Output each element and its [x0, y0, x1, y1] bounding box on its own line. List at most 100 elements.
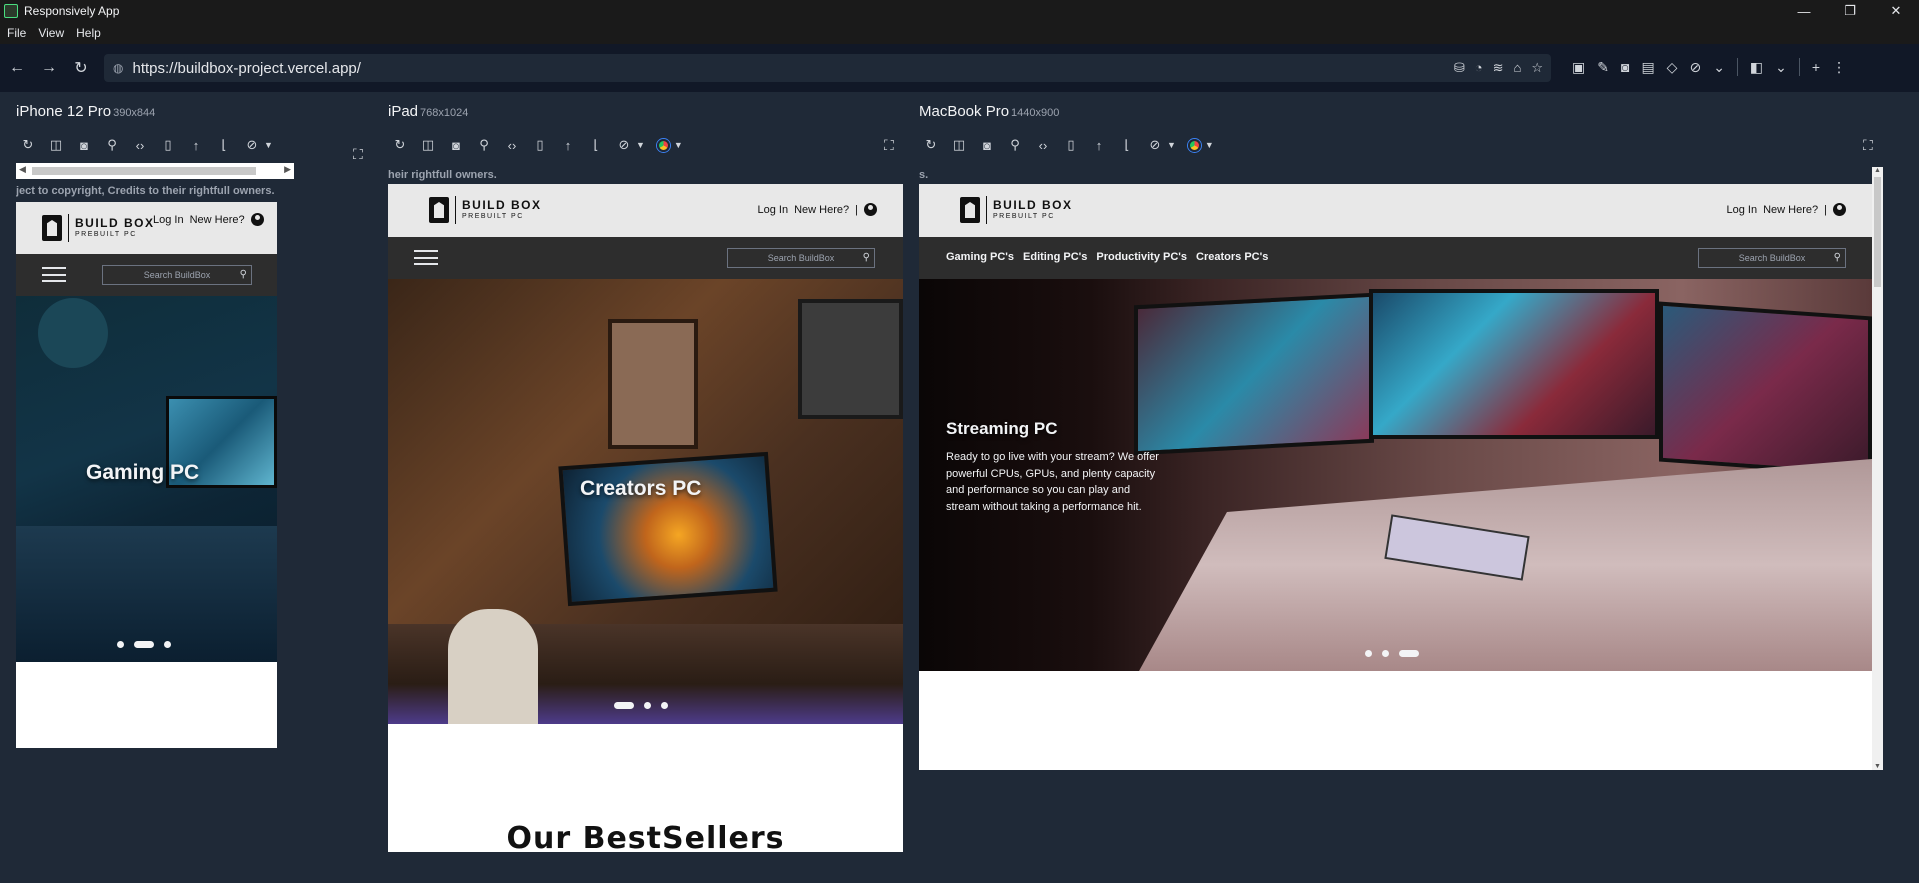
search-icon[interactable]: ⚲ — [240, 269, 247, 280]
nav-link-creators[interactable]: Creators PC's — [1196, 251, 1268, 263]
browser-chrome-icon[interactable] — [1187, 138, 1201, 152]
chevron-down-icon[interactable]: ⌄ — [1713, 59, 1725, 76]
browser-chrome-icon[interactable] — [656, 138, 670, 152]
carousel-dot[interactable] — [661, 702, 668, 709]
nav-link-editing[interactable]: Editing PC's — [1023, 251, 1087, 263]
devtools-icon[interactable]: ‹› — [132, 138, 148, 153]
user-icon[interactable] — [1833, 203, 1846, 216]
refresh-icon[interactable]: ↻ — [20, 137, 36, 153]
chevron-down-icon[interactable]: ▼ — [264, 140, 273, 150]
eye-off-icon[interactable]: ⊘ — [244, 137, 260, 153]
scrollbar-thumb[interactable] — [1874, 177, 1881, 287]
document-icon[interactable]: ▤ — [1641, 59, 1654, 76]
signup-link[interactable]: New Here? — [794, 204, 849, 216]
user-icon[interactable] — [864, 203, 877, 216]
carousel-dot[interactable] — [1382, 650, 1389, 657]
close-button[interactable]: ✕ — [1873, 0, 1919, 22]
nav-link-gaming[interactable]: Gaming PC's — [946, 251, 1014, 263]
cookie-icon[interactable]: ◔ — [1475, 60, 1483, 76]
more-options-icon[interactable]: ⋮ — [1832, 59, 1846, 76]
inspect-icon[interactable]: ⚲ — [476, 137, 492, 153]
chevron-down-icon[interactable]: ▼ — [636, 140, 645, 150]
layout-icon[interactable]: ◧ — [1750, 59, 1763, 76]
scroll-top-icon[interactable]: ↑ — [1091, 138, 1107, 153]
database-icon[interactable]: ⛁ — [1454, 60, 1465, 76]
expand-icon[interactable]: ⛶ — [1863, 137, 1873, 154]
carousel-dot[interactable] — [164, 641, 171, 648]
add-device-icon[interactable]: + — [1812, 59, 1820, 75]
layers-icon[interactable]: ◇ — [1667, 59, 1678, 76]
refresh-icon[interactable]: ↻ — [923, 137, 939, 153]
hamburger-menu-icon[interactable] — [42, 267, 66, 282]
url-text[interactable]: https://buildbox-project.vercel.app/ — [132, 60, 360, 77]
signup-link[interactable]: New Here? — [190, 214, 245, 226]
scroll-left-arrow[interactable]: ◀ — [19, 164, 26, 175]
eye-off-icon[interactable]: ⊘ — [1147, 137, 1163, 153]
chevron-down-icon[interactable]: ▼ — [1205, 140, 1214, 150]
user-icon[interactable] — [250, 213, 264, 226]
screenshot-full-icon[interactable]: ◫ — [48, 137, 64, 153]
bookmark-star-icon[interactable]: ☆ — [1531, 60, 1543, 76]
home-icon[interactable]: ⌂ — [1513, 60, 1521, 76]
menu-view[interactable]: View — [38, 26, 64, 40]
login-link[interactable]: Log In — [758, 204, 789, 216]
site-search-input[interactable]: Search BuildBox ⚲ — [1698, 248, 1846, 268]
carousel-dot[interactable] — [117, 641, 124, 648]
camera-icon[interactable]: ◙ — [1621, 59, 1629, 75]
signup-link[interactable]: New Here? — [1763, 204, 1818, 216]
vertical-scrollbar[interactable]: ▲ ▼ — [1872, 167, 1883, 770]
site-logo[interactable]: BUILD BOX PREBUILT PC — [42, 214, 155, 242]
eye-off-icon[interactable]: ⊘ — [616, 137, 632, 153]
menu-file[interactable]: File — [7, 26, 26, 40]
search-icon[interactable]: ⚲ — [863, 252, 870, 263]
scrollbar-thumb[interactable] — [32, 167, 256, 175]
ruler-icon[interactable]: ⌊ — [1119, 137, 1135, 153]
chevron-down-icon[interactable]: ▼ — [674, 140, 683, 150]
eye-off-icon[interactable]: ⊘ — [1689, 59, 1701, 76]
site-logo[interactable]: BUILD BOX PREBUILT PC — [960, 196, 1073, 224]
edit-icon[interactable]: ✎ — [1597, 59, 1609, 76]
inspect-icon[interactable]: ⚲ — [104, 137, 120, 153]
camera-icon[interactable]: ◙ — [448, 138, 464, 153]
screenshot-full-icon[interactable]: ◫ — [951, 137, 967, 153]
site-search-input[interactable]: Search BuildBox ⚲ — [102, 265, 252, 285]
camera-icon[interactable]: ◙ — [979, 138, 995, 153]
scroll-top-icon[interactable]: ↑ — [560, 138, 576, 153]
expand-icon[interactable]: ⛶ — [884, 137, 894, 154]
search-icon[interactable]: ⚲ — [1834, 252, 1841, 263]
rotate-icon[interactable]: ▯ — [532, 137, 548, 153]
site-search-input[interactable]: Search BuildBox ⚲ — [727, 248, 875, 268]
expand-icon[interactable]: ⛶ — [353, 146, 363, 163]
horizontal-scrollbar[interactable]: ◀ ▶ — [16, 163, 294, 179]
login-link[interactable]: Log In — [153, 214, 184, 226]
carousel-dot[interactable] — [644, 702, 651, 709]
scroll-top-icon[interactable]: ↑ — [188, 138, 204, 153]
hamburger-menu-icon[interactable] — [414, 250, 438, 265]
carousel-dot[interactable] — [1365, 650, 1372, 657]
network-icon[interactable]: ≋ — [1493, 60, 1504, 76]
forward-button[interactable]: → — [34, 53, 64, 83]
site-logo[interactable]: BUILD BOX PREBUILT PC — [429, 196, 542, 224]
scroll-down-arrow[interactable]: ▼ — [1874, 763, 1881, 770]
restore-button[interactable]: ❐ — [1827, 0, 1873, 22]
ruler-icon[interactable]: ⌊ — [216, 137, 232, 153]
back-button[interactable]: ← — [2, 53, 32, 83]
address-bar[interactable]: ◍ https://buildbox-project.vercel.app/ ⛁… — [104, 54, 1551, 82]
carousel-dot-active[interactable] — [614, 702, 634, 709]
login-link[interactable]: Log In — [1727, 204, 1758, 216]
menu-help[interactable]: Help — [76, 26, 101, 40]
inspect-icon[interactable]: ⚲ — [1007, 137, 1023, 153]
chevron-down-icon[interactable]: ▼ — [1167, 140, 1176, 150]
nav-link-productivity[interactable]: Productivity PC's — [1096, 251, 1187, 263]
camera-icon[interactable]: ◙ — [76, 138, 92, 153]
device-preview-icon[interactable]: ▣ — [1572, 59, 1585, 76]
carousel-dot-active[interactable] — [1399, 650, 1419, 657]
scroll-up-arrow[interactable]: ▲ — [1874, 167, 1881, 174]
devtools-icon[interactable]: ‹› — [1035, 138, 1051, 153]
reload-button[interactable]: ↻ — [66, 53, 96, 83]
ruler-icon[interactable]: ⌊ — [588, 137, 604, 153]
rotate-icon[interactable]: ▯ — [1063, 137, 1079, 153]
screenshot-full-icon[interactable]: ◫ — [420, 137, 436, 153]
rotate-icon[interactable]: ▯ — [160, 137, 176, 153]
chevron-down-icon[interactable]: ⌄ — [1775, 59, 1787, 76]
